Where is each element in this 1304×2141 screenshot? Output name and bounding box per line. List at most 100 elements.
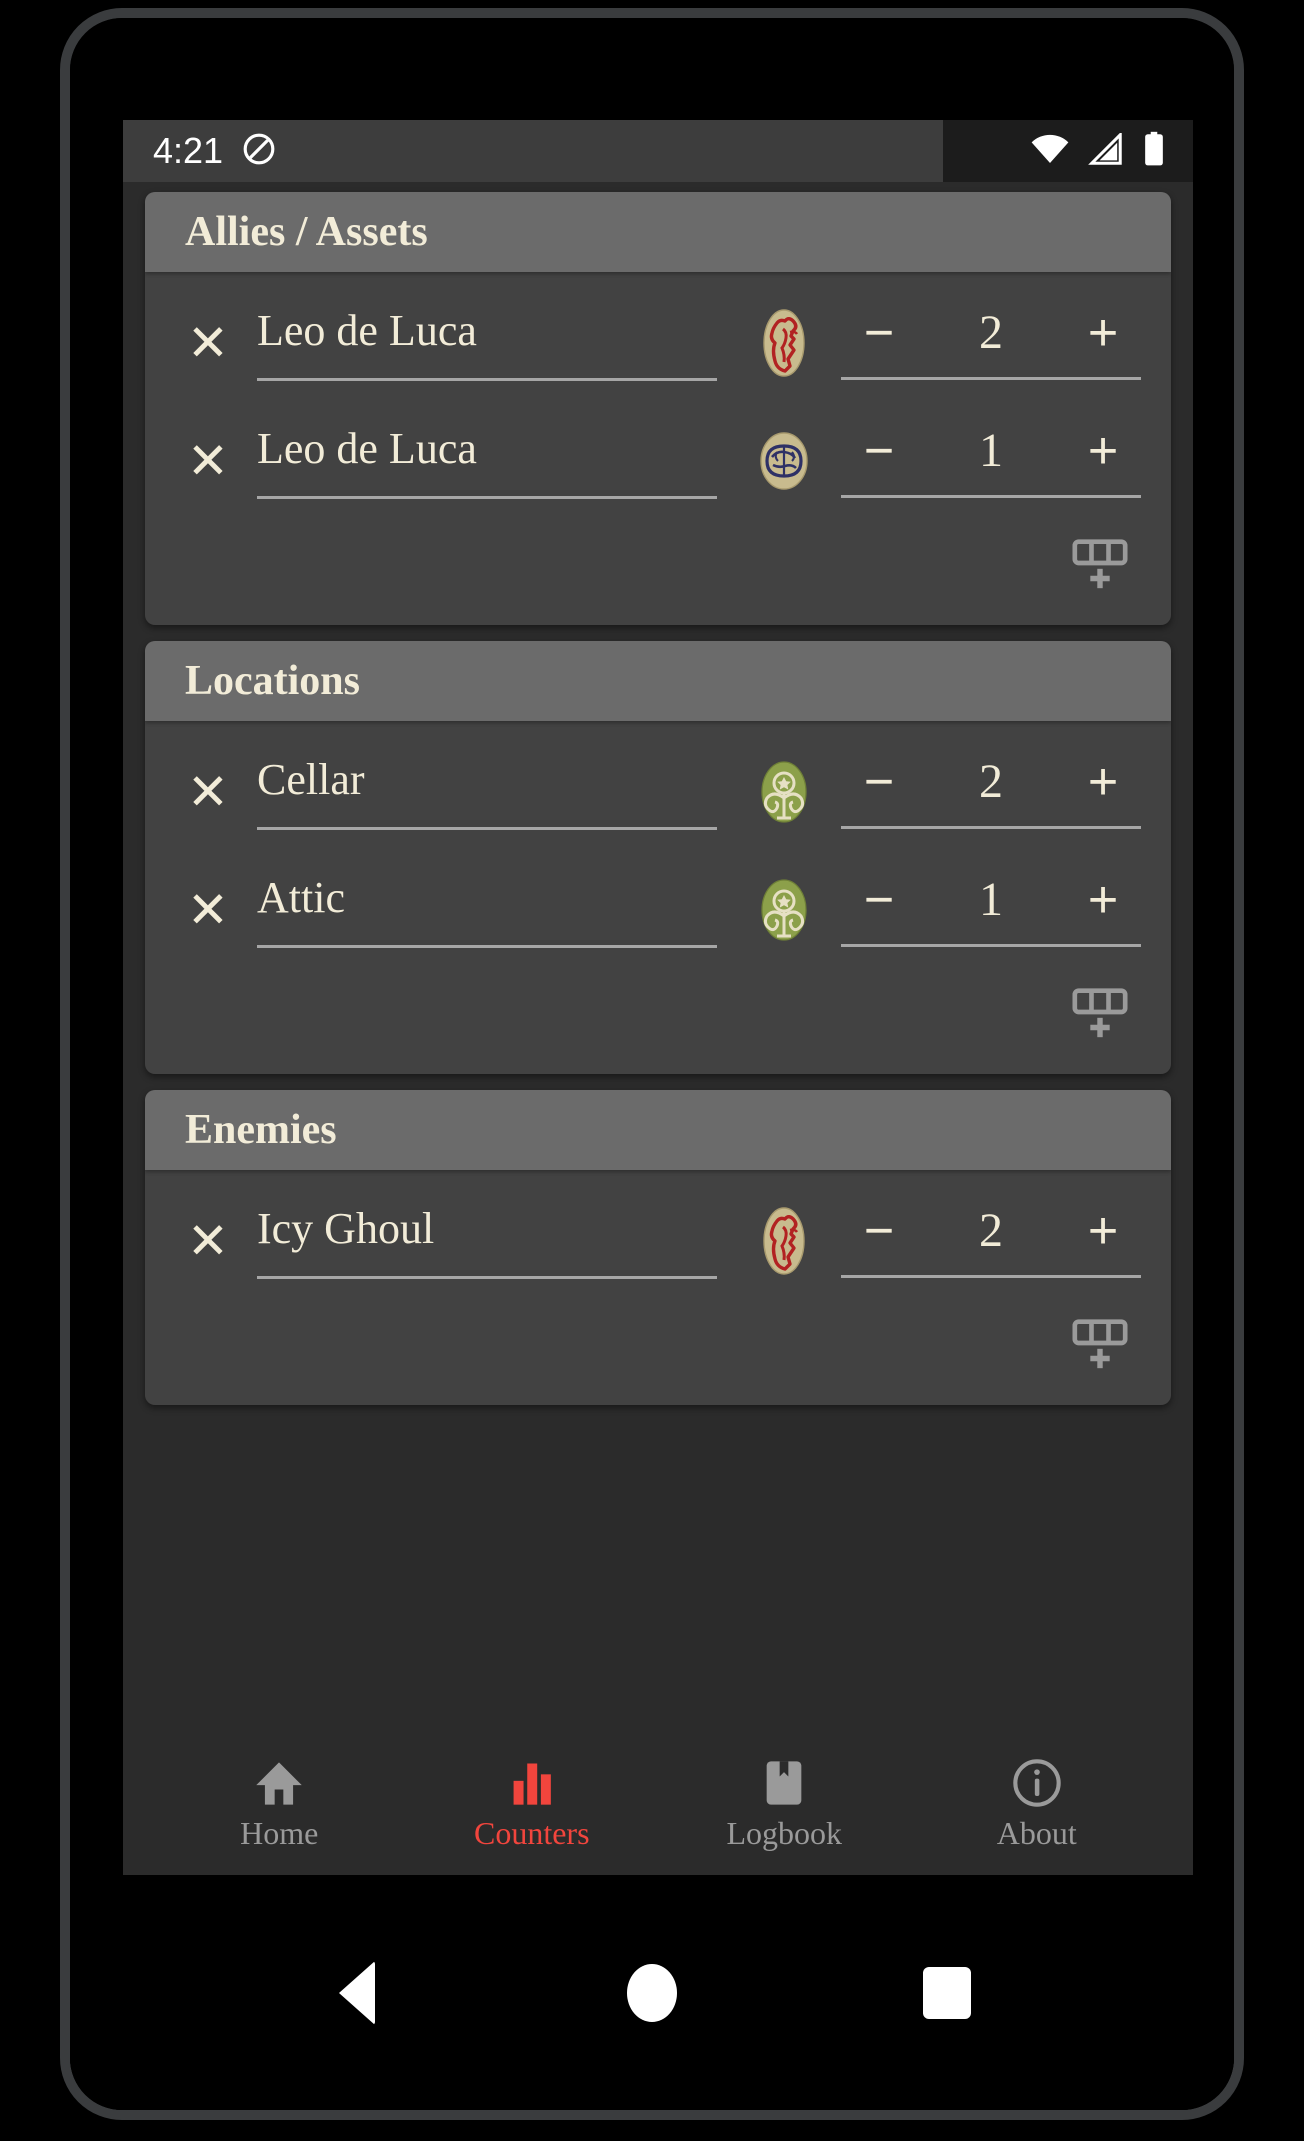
row-stepper-wrap: − 1 +: [841, 402, 1141, 520]
add-row-icon[interactable]: [1069, 1312, 1131, 1379]
recents-button[interactable]: [887, 1933, 1007, 2053]
row-name-field-wrap: Icy Ghoul: [257, 1182, 745, 1300]
card-add-row-area: [145, 1306, 1171, 1405]
row-name-field-wrap: Leo de Luca: [257, 284, 745, 402]
row-name-field-wrap: Attic: [257, 851, 745, 969]
delete-row-button[interactable]: ✕: [177, 1216, 239, 1266]
delete-row-button[interactable]: ✕: [177, 436, 239, 486]
status-bar: 4:21: [123, 120, 1193, 182]
row-name-input[interactable]: Icy Ghoul: [257, 1203, 717, 1280]
card-rows: ✕ Icy Ghoul − 2 +: [145, 1170, 1171, 1306]
android-system-navigation: [70, 1875, 1234, 2110]
app-body: Allies / Assets ✕ Leo de Luca − 2 + ✕ Le…: [123, 182, 1193, 1875]
counter-card-allies-assets: Allies / Assets ✕ Leo de Luca − 2 + ✕ Le…: [145, 192, 1171, 626]
add-row-icon[interactable]: [1069, 981, 1131, 1048]
counter-stepper: − 1 +: [841, 425, 1141, 498]
clue-token-icon: [745, 874, 823, 946]
cellular-signal-icon: [1087, 130, 1125, 170]
counter-row: ✕ Leo de Luca: [145, 402, 1171, 520]
counter-row: ✕ Cellar − 2 +: [145, 733, 1171, 851]
back-triangle-icon: [339, 1960, 376, 2025]
counter-value[interactable]: 1: [951, 426, 1031, 475]
counter-value[interactable]: 2: [951, 757, 1031, 806]
nav-item-home[interactable]: Home: [179, 1757, 379, 1849]
counters-scroll-area[interactable]: Allies / Assets ✕ Leo de Luca − 2 + ✕ Le…: [123, 182, 1193, 1730]
increment-button[interactable]: +: [1071, 756, 1135, 808]
battery-icon: [1141, 131, 1167, 172]
delete-row-button[interactable]: ✕: [177, 318, 239, 368]
counter-row: ✕ Icy Ghoul − 2 +: [145, 1182, 1171, 1300]
card-rows: ✕ Leo de Luca − 2 + ✕ Leo de Luca − 1 +: [145, 272, 1171, 526]
decrement-button[interactable]: −: [847, 1205, 911, 1257]
do-not-disturb-icon: [241, 131, 277, 172]
counter-stepper: − 2 +: [841, 756, 1141, 829]
row-name-field-wrap: Leo de Luca: [257, 402, 745, 520]
card-title: Allies / Assets: [185, 209, 428, 255]
decrement-button[interactable]: −: [847, 756, 911, 808]
row-name-input[interactable]: Attic: [257, 872, 717, 949]
delete-row-button[interactable]: ✕: [177, 885, 239, 935]
bar-chart-icon: [506, 1757, 558, 1809]
health-token-icon: [745, 307, 823, 379]
nav-item-logbook[interactable]: Logbook: [684, 1757, 884, 1849]
row-name-field-wrap: Cellar: [257, 733, 745, 851]
row-stepper-wrap: − 1 +: [841, 851, 1141, 969]
bottom-navigation-bar: Home Counters Logbook About: [123, 1730, 1193, 1875]
row-stepper-wrap: − 2 +: [841, 733, 1141, 851]
card-title: Locations: [185, 658, 361, 705]
home-button[interactable]: [592, 1933, 712, 2053]
counter-value[interactable]: 2: [951, 1206, 1031, 1255]
card-header: Allies / Assets: [145, 192, 1171, 273]
row-name-input[interactable]: Cellar: [257, 754, 717, 831]
card-header: Enemies: [145, 1090, 1171, 1171]
increment-button[interactable]: +: [1071, 425, 1135, 477]
counter-card-locations: Locations ✕ Cellar − 2 + ✕ Attic − 1 +: [145, 641, 1171, 1075]
card-title: Enemies: [185, 1107, 337, 1154]
row-name-input[interactable]: Leo de Luca: [257, 305, 717, 382]
bookmark-icon: [758, 1757, 810, 1809]
nav-item-about[interactable]: About: [937, 1757, 1137, 1849]
nav-item-counters[interactable]: Counters: [432, 1757, 632, 1849]
status-bar-left: 4:21: [153, 130, 277, 172]
counter-value[interactable]: 2: [951, 308, 1031, 357]
add-row-icon[interactable]: [1069, 532, 1131, 599]
counter-stepper: − 2 +: [841, 1205, 1141, 1278]
health-token-icon: [745, 1205, 823, 1277]
clue-token-icon: [745, 756, 823, 828]
home-icon: [253, 1757, 305, 1809]
device-frame: 4:21 Allies / Assets ✕ Leo de Luca − 2 +…: [60, 8, 1244, 2120]
card-add-row-area: [145, 526, 1171, 625]
status-clock: 4:21: [153, 130, 224, 171]
nav-label: Logbook: [726, 1814, 843, 1851]
back-button[interactable]: [297, 1933, 417, 2053]
phone-screen: 4:21 Allies / Assets ✕ Leo de Luca − 2 +…: [70, 18, 1234, 2110]
nav-label: About: [996, 1814, 1077, 1851]
decrement-button[interactable]: −: [847, 874, 911, 926]
counter-value[interactable]: 1: [951, 875, 1031, 924]
counter-stepper: − 2 +: [841, 307, 1141, 380]
nav-label: Counters: [473, 1814, 590, 1851]
counter-stepper: − 1 +: [841, 874, 1141, 947]
increment-button[interactable]: +: [1071, 307, 1135, 359]
increment-button[interactable]: +: [1071, 1205, 1135, 1257]
row-stepper-wrap: − 2 +: [841, 284, 1141, 402]
home-circle-icon: [626, 1963, 677, 2022]
delete-row-button[interactable]: ✕: [177, 767, 239, 817]
recents-square-icon: [922, 1966, 971, 2019]
row-stepper-wrap: − 2 +: [841, 1182, 1141, 1300]
counter-row: ✕ Leo de Luca: [145, 284, 1171, 402]
sanity-token-icon: [745, 425, 823, 497]
card-header: Locations: [145, 641, 1171, 722]
nav-label: Home: [240, 1814, 319, 1851]
decrement-button[interactable]: −: [847, 307, 911, 359]
card-rows: ✕ Cellar − 2 + ✕ Attic − 1 +: [145, 721, 1171, 975]
wifi-icon: [1029, 133, 1071, 170]
increment-button[interactable]: +: [1071, 874, 1135, 926]
decrement-button[interactable]: −: [847, 425, 911, 477]
info-circle-icon: [1011, 1757, 1063, 1809]
card-add-row-area: [145, 975, 1171, 1074]
counter-row: ✕ Attic − 1 +: [145, 851, 1171, 969]
counter-card-enemies: Enemies ✕ Icy Ghoul − 2 +: [145, 1090, 1171, 1406]
row-name-input[interactable]: Leo de Luca: [257, 423, 717, 500]
status-bar-right: [943, 120, 1193, 182]
